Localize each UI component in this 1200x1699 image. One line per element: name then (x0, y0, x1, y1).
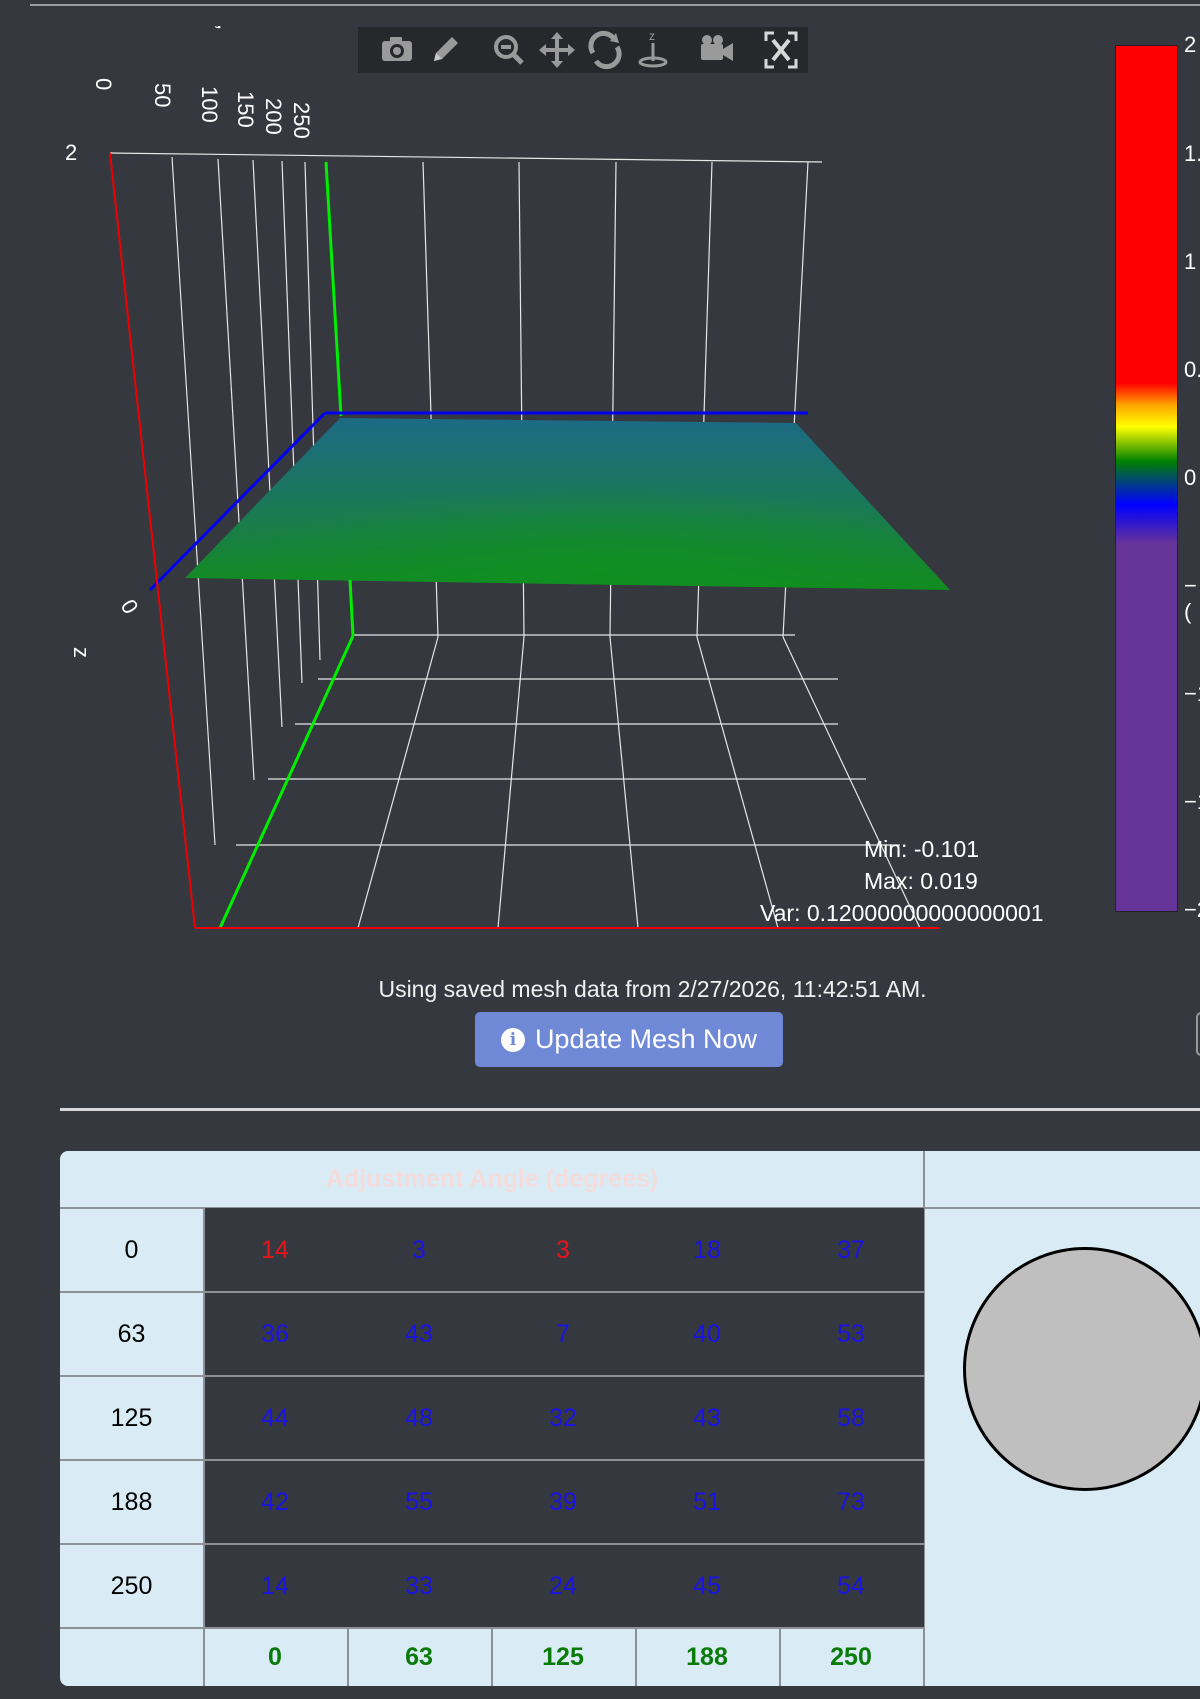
table-cell: 43 (693, 1404, 721, 1432)
table-cell: 39 (549, 1488, 577, 1516)
update-mesh-button[interactable]: i Update Mesh Now (475, 1012, 783, 1067)
y-axis-title: , (213, 24, 238, 30)
table-title: Adjustment Angle (degrees) (325, 1165, 659, 1193)
table-cell: 44 (261, 1404, 289, 1432)
table-divider (635, 1629, 637, 1686)
row-label: 63 (117, 1320, 146, 1348)
pan-icon[interactable] (538, 27, 576, 73)
y-tick: 150 (233, 91, 258, 128)
column-label: 63 (405, 1643, 433, 1671)
y-tick: 250 (289, 102, 314, 139)
turntable-icon[interactable]: z (634, 27, 672, 73)
table-cell: 18 (693, 1236, 721, 1264)
table-cell: 73 (837, 1488, 865, 1516)
table-cell: 37 (837, 1236, 865, 1264)
table-cell: 53 (837, 1320, 865, 1348)
y-tick: 50 (150, 83, 175, 107)
section-divider (60, 1108, 1200, 1111)
colorbar-label: 1 (1184, 249, 1197, 274)
table-cell: 51 (693, 1488, 721, 1516)
y-axis-ticks: 0 50 100 150 200 250 , (91, 24, 314, 139)
table-cell: 33 (405, 1572, 433, 1600)
colorbar-label: 1. (1184, 141, 1200, 166)
colorbar-label: −2 (1184, 897, 1200, 922)
table-cell: 36 (261, 1320, 289, 1348)
table-cell: 48 (405, 1404, 433, 1432)
table-cell: 7 (556, 1320, 570, 1348)
camera-icon[interactable] (378, 27, 416, 73)
row-label: 188 (110, 1488, 153, 1516)
table-cell: 32 (549, 1404, 577, 1432)
colorbar (1115, 45, 1178, 912)
stat-var: Var: 0.12000000000000001 (760, 900, 1044, 926)
info-icon: i (500, 1027, 525, 1052)
z-axis-title: z (69, 647, 94, 658)
table-divider (203, 1208, 205, 1686)
zoom-icon[interactable] (490, 27, 528, 73)
table-divider (347, 1629, 349, 1686)
z-tick-zero: 0 (116, 595, 144, 618)
mesh-info-text: Using saved mesh data from 2/27/2026, 11… (378, 976, 927, 1002)
y-tick: 200 (261, 98, 286, 135)
table-cell: 42 (261, 1488, 289, 1516)
svg-text:z: z (649, 29, 655, 43)
column-label: 0 (268, 1643, 282, 1671)
table-divider (491, 1629, 493, 1686)
colorbar-label: 0 (1184, 465, 1197, 490)
plot-toolbar: z (358, 27, 808, 73)
colorbar-label: −1 (1184, 789, 1200, 814)
table-cell: 40 (693, 1320, 721, 1348)
surface-plot[interactable]: 0 50 100 150 200 250 , 2 0 z (0, 0, 1200, 960)
column-label: 250 (830, 1643, 872, 1671)
colorbar-label: 2 (1184, 32, 1197, 57)
table-cell: 3 (556, 1236, 570, 1264)
stat-max: Max: 0.019 (864, 868, 978, 894)
z-tick-top: 2 (65, 140, 77, 165)
colorbar-label: −1 (1184, 681, 1200, 706)
update-mesh-label: Update Mesh Now (534, 1024, 758, 1054)
row-label: 125 (110, 1404, 153, 1432)
table-divider (60, 1627, 924, 1629)
autoscale-icon[interactable] (762, 27, 800, 73)
orbit-icon[interactable] (586, 27, 624, 73)
table-cell: 24 (549, 1572, 577, 1600)
column-label: 188 (686, 1643, 728, 1671)
table-divider (779, 1629, 781, 1686)
row-label: 0 (124, 1236, 139, 1264)
bed-level-indicator (963, 1247, 1200, 1491)
stat-min: Min: -0.101 (864, 836, 980, 862)
pencil-icon[interactable] (426, 27, 464, 73)
table-cell: 14 (261, 1572, 289, 1600)
mesh-stats: Min: -0.101 Max: 0.019 Var: 0.1200000000… (760, 833, 1044, 929)
row-label: 250 (110, 1572, 153, 1600)
table-cell: 3 (412, 1236, 426, 1264)
column-label: 125 (542, 1643, 584, 1671)
table-cell: 55 (405, 1488, 433, 1516)
mesh-surface-shading (185, 418, 950, 590)
table-cell: 45 (693, 1572, 721, 1600)
offscreen-button-edge[interactable] (1196, 1012, 1200, 1056)
colorbar-label: −( (1184, 573, 1197, 624)
colorbar-label: 0. (1184, 357, 1200, 382)
table-cell: 58 (837, 1404, 865, 1432)
table-cell: 14 (261, 1236, 289, 1264)
y-tick: 0 (91, 78, 116, 90)
y-tick: 100 (197, 86, 222, 123)
reset-camera-icon[interactable] (698, 27, 736, 73)
table-cell: 54 (837, 1572, 865, 1600)
table-cell: 43 (405, 1320, 433, 1348)
